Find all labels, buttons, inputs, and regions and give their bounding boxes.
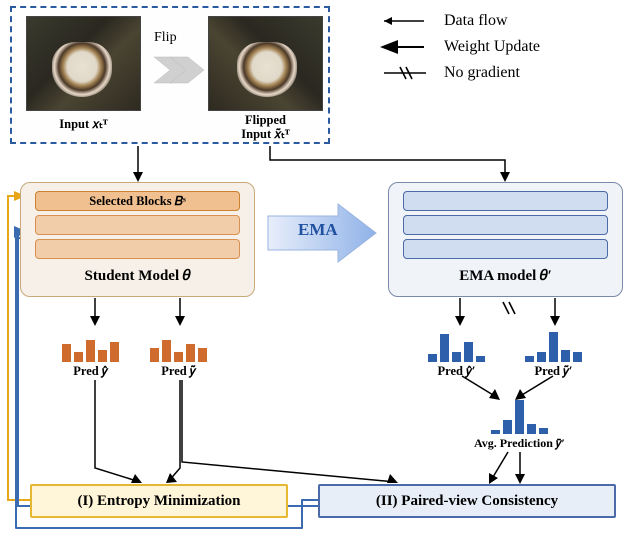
student-block [35,239,240,259]
flip-arrow-icon [152,53,204,87]
pred-ytildep-bars [525,328,582,362]
ema-model-panel: EMA model 𝜃′ [388,182,623,297]
legend: Data flow Weight Update No gradient [378,8,540,86]
input-image [26,16,141,111]
student-block [35,215,240,235]
pred-yhat-group: Pred 𝑦̂ [62,328,119,379]
pred-ytildep-label: Pred 𝑦̃′ [535,364,573,379]
arrow-thick-icon [378,38,432,56]
selected-blocks-label: Selected Blocks 𝐵ˢ [89,194,185,209]
ema-block [403,239,608,259]
flipped-image [208,16,323,111]
legend-nograd-label: No gradient [444,64,520,82]
pred-yhatp-label: Pred 𝑦̂′ [438,364,476,379]
entropy-label: (I) Entropy Minimization [77,493,240,510]
input-panel: Input 𝑥ₜᵀ Flip Flipped Input 𝑥̃ₜᵀ [10,6,330,144]
flip-label: Flip [154,30,177,46]
flipped-label: Flipped Input 𝑥̃ₜᵀ [208,114,323,142]
entropy-loss-box: (I) Entropy Minimization [30,484,288,518]
pred-yhat-bars [62,328,119,362]
legend-weight-label: Weight Update [444,38,540,56]
input-x-label: Input 𝑥ₜᵀ [26,116,141,132]
consistency-label: (II) Paired-view Consistency [376,493,558,510]
pred-ytilde-group: Pred 𝑦̃ [150,328,207,379]
pred-yhatp-group: Pred 𝑦̂′ [428,328,485,379]
no-gradient-icon [378,64,432,82]
pred-ytilde-label: Pred 𝑦̃ [161,364,195,379]
ema-block [403,215,608,235]
pred-yhatp-bars [428,328,485,362]
avg-pred-label: Avg. Prediction 𝑦̄′ [474,436,565,451]
student-model-panel: Selected Blocks 𝐵ˢ Student Model 𝜃 [20,182,255,297]
ema-block [403,191,608,211]
legend-dataflow-label: Data flow [444,12,508,30]
pred-ytilde-bars [150,328,207,362]
selected-blocks-row: Selected Blocks 𝐵ˢ [35,191,240,211]
pred-yhat-label: Pred 𝑦̂ [73,364,107,379]
avg-pred-group: Avg. Prediction 𝑦̄′ [474,400,565,451]
ema-arrow-label: EMA [298,220,338,240]
arrow-line-icon [378,12,432,30]
pred-ytildep-group: Pred 𝑦̃′ [525,328,582,379]
avg-pred-bars [491,400,548,434]
student-title: Student Model 𝜃 [35,267,240,285]
consistency-loss-box: (II) Paired-view Consistency [318,484,616,518]
ema-title: EMA model 𝜃′ [403,267,608,285]
